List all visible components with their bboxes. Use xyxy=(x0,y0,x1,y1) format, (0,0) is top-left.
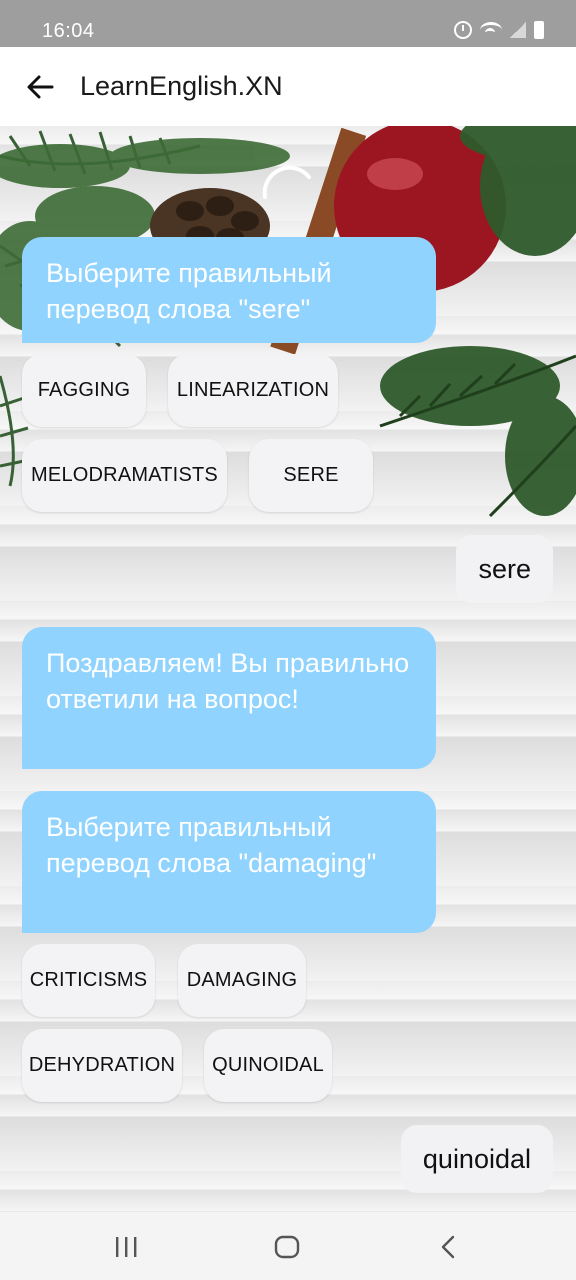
status-time: 16:04 xyxy=(42,20,95,42)
bot-message-question-2: Выберите правильный перевод слова "damag… xyxy=(22,791,436,933)
wifi-icon xyxy=(480,22,502,38)
answer-option-button[interactable]: SERE xyxy=(249,439,373,512)
answer-option-button[interactable]: DEHYDRATION xyxy=(22,1029,182,1102)
answer-option-button[interactable]: CRITICISMS xyxy=(22,944,155,1017)
back-button[interactable] xyxy=(0,47,80,126)
loading-spinner-icon xyxy=(262,165,311,199)
alarm-icon xyxy=(454,21,472,39)
home-button[interactable] xyxy=(267,1232,307,1262)
chat-area[interactable]: Выберите правильный перевод слова "sere"… xyxy=(0,126,576,1212)
chat-messages: Выберите правильный перевод слова "sere"… xyxy=(0,126,576,1212)
battery-icon xyxy=(534,21,544,39)
bot-message-feedback: Поздравляем! Вы правильно ответили на во… xyxy=(22,627,436,769)
recent-apps-button[interactable] xyxy=(106,1232,146,1262)
bot-message-question-1: Выберите правильный перевод слова "sere" xyxy=(22,237,436,343)
arrow-left-icon xyxy=(27,75,54,98)
answer-option-button[interactable]: LINEARIZATION xyxy=(168,354,338,427)
recent-apps-icon xyxy=(116,1237,137,1257)
signal-icon xyxy=(510,22,526,38)
user-message-answer-2: quinoidal xyxy=(400,1125,553,1193)
user-message-answer-1: sere xyxy=(456,535,553,603)
status-icons xyxy=(454,21,544,39)
system-nav-bar xyxy=(0,1212,576,1280)
home-icon xyxy=(274,1235,300,1259)
answer-option-button[interactable]: FAGGING xyxy=(22,354,146,427)
app-bar: LearnEnglish.XN xyxy=(0,47,576,126)
app-title: LearnEnglish.XN xyxy=(80,71,283,101)
answer-option-button[interactable]: DAMAGING xyxy=(178,944,306,1017)
status-bar: 16:04 xyxy=(0,0,576,47)
answer-option-button[interactable]: QUINOIDAL xyxy=(204,1029,332,1102)
back-nav-button[interactable] xyxy=(428,1232,468,1262)
back-nav-icon xyxy=(441,1235,455,1259)
answer-option-button[interactable]: MELODRAMATISTS xyxy=(22,439,227,512)
